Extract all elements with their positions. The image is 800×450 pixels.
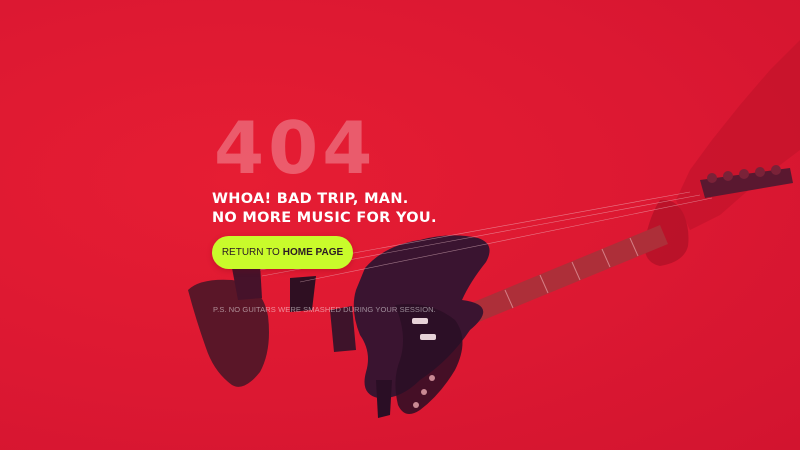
pickguard [395,304,463,414]
footnote: P.S. NO GUITARS WERE SMASHED DURING YOUR… [213,305,436,314]
error-code: 404 [214,106,377,190]
headline-line-1: WHOA! BAD TRIP, MAN. [212,191,409,207]
headline-line-2: NO MORE MUSIC FOR YOU. [212,210,437,226]
error-headline: WHOA! BAD TRIP, MAN. NO MORE MUSIC FOR Y… [212,190,437,228]
button-label-prefix: RETURN TO [221,247,280,258]
broken-bridge-piece [376,380,392,418]
button-label-emphasis: HOME PAGE [282,247,344,258]
return-home-button[interactable]: RETURN TO HOME PAGE [212,236,353,269]
